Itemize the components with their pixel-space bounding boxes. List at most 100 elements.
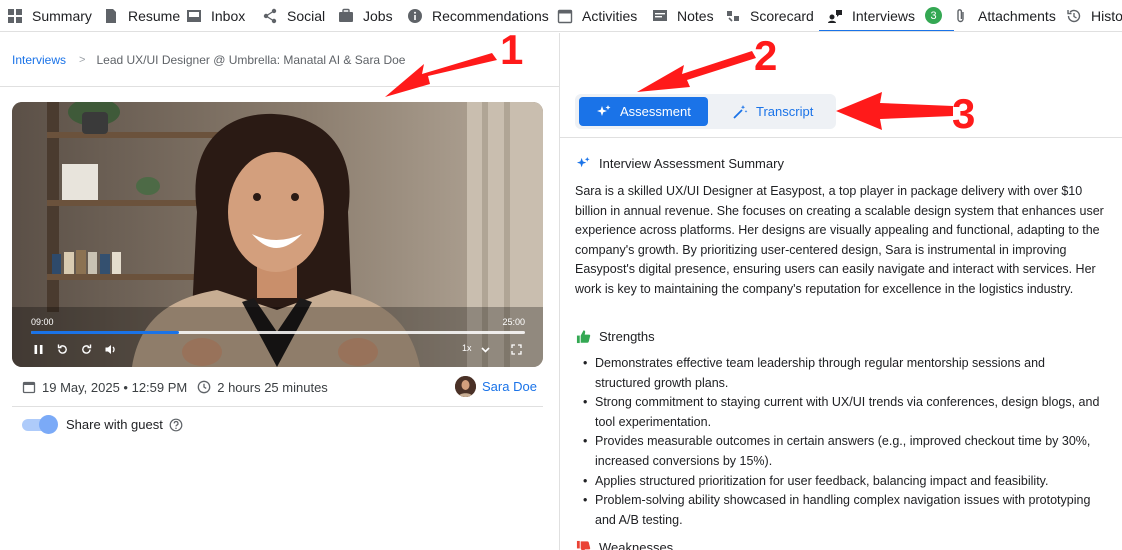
annotation-label-1: 1 [500,26,524,73]
tab-assessment[interactable]: Assessment [579,97,708,126]
help-icon[interactable] [169,418,183,432]
forward-button[interactable] [78,341,94,357]
divider [560,137,1122,138]
grid-icon [8,8,22,23]
nav-item-recommendations[interactable]: Recommendations [407,0,549,31]
calendar-icon [22,381,36,394]
nav-label: Interviews [852,7,916,24]
weaknesses-title: Weaknesses [599,540,674,550]
divider [12,406,543,407]
video-duration: 25:00 [502,317,525,327]
magic-wand-icon [733,104,748,119]
interview-meta: 19 May, 2025 • 12:59 PM 2 hours 25 minut… [22,378,328,396]
playback-speed-select[interactable]: 1x [462,343,472,353]
sparkle-icon [576,156,590,168]
divider [559,33,560,550]
top-nav: Summary Resume Inbox Social Jobs Recomme… [0,0,1122,32]
nav-item-interviews[interactable]: Interviews 3 [818,0,955,31]
summary-title: Interview Assessment Summary [599,156,784,171]
nav-item-social[interactable]: Social [262,0,325,31]
video-current-time: 09:00 [31,317,54,327]
fullscreen-button[interactable] [509,341,523,357]
avatar [455,376,476,397]
toggle-knob [39,415,58,434]
breadcrumb-current: Lead UX/UI Designer @ Umbrella: Manatal … [96,53,406,67]
nav-label: Social [287,7,326,24]
interview-duration: 2 hours 25 minutes [217,379,328,395]
speed-dropdown-button[interactable] [478,341,492,357]
rewind-button[interactable] [54,341,70,357]
nav-label: Activities [582,7,638,24]
nav-label: Scorecard [750,7,814,24]
annotation-label-2: 2 [754,32,778,79]
nav-item-activities[interactable]: Activities [557,0,637,31]
list-item: Applies structured prioritization for us… [583,472,1103,492]
assessment-summary: Sara is a skilled UX/UI Designer at Easy… [575,184,1104,296]
nav-item-notes[interactable]: Notes [652,0,714,31]
nav-label: Jobs [363,7,393,24]
weaknesses-heading: Weaknesses [576,540,673,550]
nav-item-summary[interactable]: Summary [7,0,92,31]
video-progress-fill [31,331,180,334]
share-icon [263,8,277,23]
nav-label: Summary [32,7,92,24]
chevron-down-icon [480,346,490,353]
tab-transcript[interactable]: Transcript [732,97,832,126]
volume-button[interactable] [102,341,118,357]
summary-heading: Interview Assessment Summary [576,156,784,171]
share-with-guest: Share with guest [22,415,183,434]
strengths-title: Strengths [599,329,655,344]
tab-assessment-label: Assessment [620,104,691,119]
list-item: Demonstrates effective team leadership t… [583,354,1103,393]
scorecard-icon [727,10,739,22]
pause-button[interactable] [30,341,46,357]
nav-item-inbox[interactable]: Inbox [186,0,245,31]
video-frame [12,102,543,367]
nav-item-history[interactable]: History [1066,0,1122,31]
share-label: Share with guest [66,417,163,432]
breadcrumb: Interviews > Lead UX/UI Designer @ Umbre… [12,53,405,67]
history-icon [1067,9,1081,22]
share-toggle[interactable] [22,415,58,434]
inbox-icon [187,9,201,22]
strengths-list: Demonstrates effective team leadership t… [583,354,1103,530]
chevron-right-icon: > [79,54,86,66]
nav-label: Resume [128,7,181,24]
candidate-name: Sara Doe [482,379,537,394]
forward-icon [81,344,91,354]
list-item: Problem-solving ability showcased in han… [583,491,1103,530]
nav-label: Recommendations [432,7,549,24]
calendar-icon [557,9,573,23]
breadcrumb-interviews-link[interactable]: Interviews [12,53,66,67]
sparkle-icon [597,104,611,116]
nav-item-resume[interactable]: Resume [103,0,180,31]
paperclip-icon [957,8,964,22]
divider [0,86,559,87]
strengths-heading: Strengths [576,329,655,344]
list-item: Provides measurable outcomes in certain … [583,432,1103,471]
nav-item-attachments[interactable]: Attachments [953,0,1056,31]
volume-icon [105,344,115,354]
annotation-label-3: 3 [952,90,976,137]
briefcase-icon [339,8,353,22]
nav-item-jobs[interactable]: Jobs [338,0,393,31]
clock-icon [197,380,211,394]
tab-transcript-label: Transcript [756,104,814,119]
info-icon [408,8,422,23]
interview-duration-group: 2 hours 25 minutes [197,380,328,395]
thumbs-down-icon [576,540,591,550]
interview-count-badge: 3 [925,7,943,24]
thumbs-up-icon [576,330,591,344]
nav-item-scorecard[interactable]: Scorecard [725,0,814,31]
candidate-link[interactable]: Sara Doe [455,376,537,397]
list-item: Strong commitment to staying current wit… [583,393,1103,432]
pause-icon [34,344,42,354]
video-progress-bar[interactable] [31,331,525,334]
interview-icon [828,9,842,23]
note-icon [653,9,667,21]
interview-datetime: 19 May, 2025 • 12:59 PM [42,379,188,395]
video-player[interactable]: 09:00 25:00 1x [12,102,543,367]
nav-label: History [1091,7,1122,24]
rewind-icon [57,344,67,354]
document-icon [106,8,116,23]
